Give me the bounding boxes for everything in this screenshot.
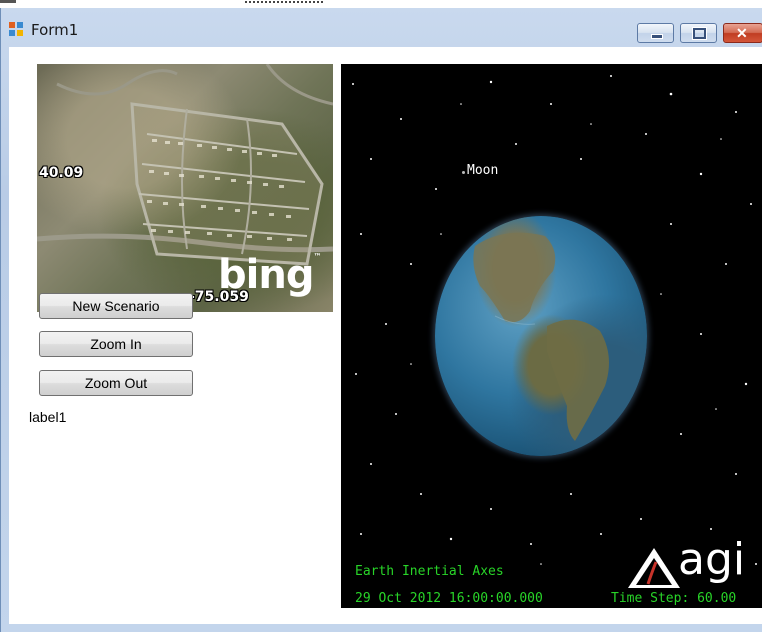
agi-logo-text: agi	[678, 534, 746, 585]
screen-edge-dots	[245, 1, 325, 3]
screen-top-strip	[0, 0, 762, 8]
maximize-icon	[692, 27, 707, 40]
form-icon	[9, 22, 25, 38]
moon-marker	[462, 171, 465, 174]
minimize-button[interactable]	[637, 23, 674, 43]
new-scenario-button[interactable]: New Scenario	[39, 293, 193, 319]
latitude-label: 40.09	[39, 165, 84, 181]
axes-label: Earth Inertial Axes	[355, 564, 504, 579]
close-button[interactable]: ✕	[723, 23, 762, 43]
status-label: label1	[29, 409, 67, 425]
zoom-out-button[interactable]: Zoom Out	[39, 370, 193, 396]
close-icon: ✕	[736, 25, 748, 41]
moon-label: Moon	[467, 163, 499, 178]
maximize-button[interactable]	[680, 23, 717, 43]
globe-3d-view[interactable]: Moon Earth Inertial Axes 29 Oct 2012 16:…	[341, 64, 762, 608]
earth-globe	[435, 216, 647, 456]
title-bar[interactable]: Form1 ✕	[1, 8, 762, 48]
earth-continents	[473, 232, 609, 441]
bing-logo: bing™	[218, 252, 321, 298]
form1-window: Form1 ✕ 40.09 -75.059 bing™ New Scenario…	[0, 8, 762, 632]
agi-logo: agi	[626, 534, 762, 590]
window-title: Form1	[31, 21, 79, 39]
bing-map-view[interactable]: 40.09 -75.059 bing™	[37, 64, 333, 312]
time-label: 29 Oct 2012 16:00:00.000	[355, 591, 543, 606]
time-step-label: Time Step: 60.00	[611, 591, 737, 606]
form-client-area: 40.09 -75.059 bing™ New Scenario Zoom In…	[9, 47, 762, 624]
minimize-icon	[651, 34, 663, 39]
screen-edge-mark	[0, 0, 16, 3]
zoom-in-button[interactable]: Zoom In	[39, 331, 193, 357]
agi-triangle-icon	[628, 548, 680, 588]
bing-logo-text: bing	[218, 252, 314, 298]
